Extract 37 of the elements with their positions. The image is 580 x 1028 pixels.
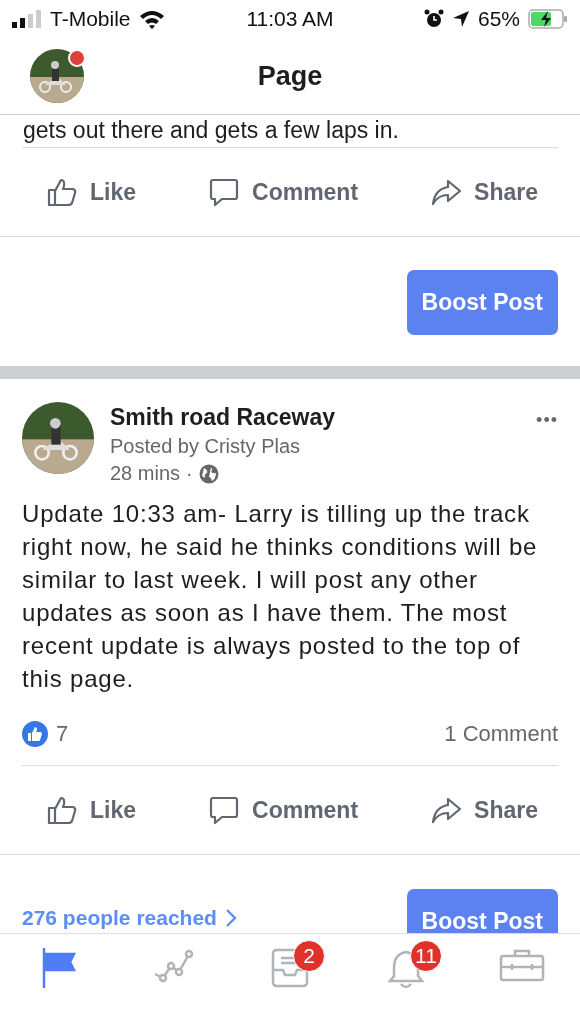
posted-by: Posted by Cristy Plas xyxy=(110,435,302,458)
post-action-button[interactable]: Comment xyxy=(208,788,359,832)
notification-badge: 11 xyxy=(410,940,442,972)
like-icon xyxy=(46,794,78,826)
like-icon xyxy=(46,176,78,208)
like-reaction-icon xyxy=(22,721,48,747)
separator-dot: · xyxy=(186,462,193,485)
comment-icon xyxy=(208,794,240,826)
chevron-right-icon[interactable] xyxy=(224,908,237,928)
boost-post-button[interactable]: Boost Post xyxy=(406,889,558,933)
page-title: Page xyxy=(257,60,323,92)
signal-icon xyxy=(12,10,42,28)
post-action-button[interactable]: Like xyxy=(46,170,137,214)
page-name[interactable]: Smith road Raceway xyxy=(110,404,521,431)
people-reached-link[interactable]: 276 people reached xyxy=(22,906,217,930)
clock-time: 11:03 AM xyxy=(245,7,335,31)
flag-icon[interactable] xyxy=(40,948,76,988)
globe-icon xyxy=(198,463,219,484)
location-icon xyxy=(451,10,470,28)
post-action-button[interactable]: Comment xyxy=(208,170,359,214)
more-options-button[interactable]: ••• xyxy=(536,402,558,439)
post-action-button[interactable]: Like xyxy=(46,788,137,832)
comment-count[interactable]: 1 Comment xyxy=(444,721,558,747)
post-action-button[interactable]: Share xyxy=(430,170,538,214)
alarm-icon xyxy=(423,9,444,29)
post-action-button[interactable]: Share xyxy=(430,788,538,832)
boost-post-button[interactable]: Boost Post xyxy=(406,270,558,335)
battery-charging-icon xyxy=(528,9,568,29)
wifi-icon xyxy=(138,9,165,29)
post-text: Update 10:33 am- Larry is tilling up the track right now, he said he thinks conditions will be similar to last week. I will post any other updates as soon as I have them. The most recent update is always posted to the top of this page. xyxy=(22,499,539,694)
battery-percent: 65% xyxy=(477,7,520,31)
notification-badge: 2 xyxy=(293,940,325,972)
comment-icon xyxy=(208,176,240,208)
carrier-name: T-Mobile xyxy=(50,7,131,31)
post-text: gets out there and gets a few laps in. xyxy=(23,117,399,143)
like-count[interactable]: 7 xyxy=(56,721,69,747)
post-time: 28 mins xyxy=(110,462,181,485)
